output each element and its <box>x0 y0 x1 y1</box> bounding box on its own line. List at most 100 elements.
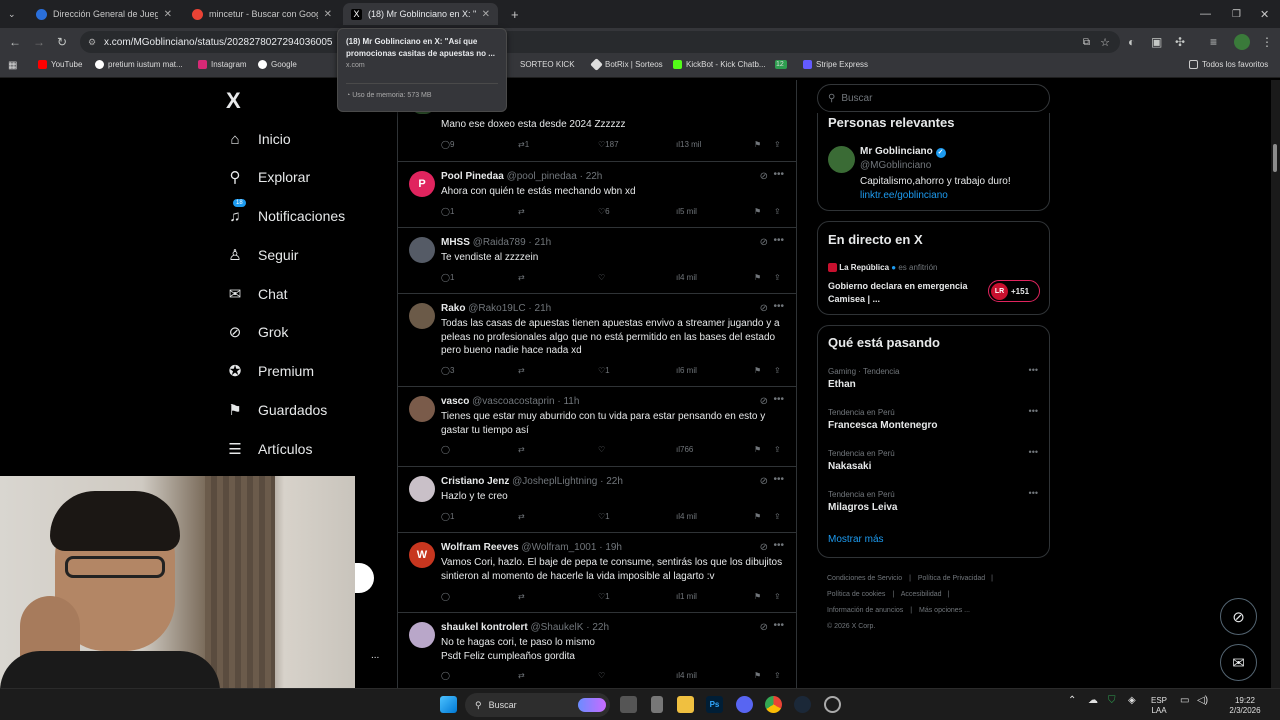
tweet-row[interactable]: vasco @vascoacostaprin · 11h ⊘ ••• Tienes… <box>398 387 796 467</box>
more-icon[interactable]: ••• <box>773 620 784 631</box>
views-action[interactable]: ıl 4 mil <box>676 512 697 521</box>
page-scrollbar[interactable] <box>1271 80 1280 688</box>
file-explorer-icon[interactable] <box>677 696 694 713</box>
views-action[interactable]: ıl 13 mil <box>676 140 701 149</box>
views-action[interactable]: ıl 766 <box>676 445 693 454</box>
share-icon[interactable]: ⇪ <box>774 512 781 521</box>
reload-icon[interactable]: ↻ <box>57 34 67 50</box>
close-icon[interactable]: ✕ <box>324 9 332 20</box>
profile-name[interactable]: Mr Goblinciano ✓ <box>860 146 946 158</box>
bookmark-icon[interactable]: ⚑ <box>754 592 761 601</box>
nav-item-notificaciones[interactable]: ♫ 18 Notificaciones <box>226 198 345 228</box>
bookmark-google[interactable]: Google <box>258 60 297 69</box>
x-logo[interactable]: X <box>226 88 241 114</box>
reply-action[interactable]: ◯ 1 <box>441 273 454 282</box>
reply-action[interactable]: ◯ 3 <box>441 366 454 375</box>
restore-icon[interactable]: ❐ <box>1224 3 1249 25</box>
network-icon[interactable]: ▭ <box>1180 696 1189 706</box>
tweet-time[interactable]: 21h <box>535 237 552 248</box>
like-action[interactable]: ♡ 1 <box>598 366 610 375</box>
views-action[interactable]: ıl 1 mil <box>676 592 697 601</box>
retweet-action[interactable]: ⇄ <box>518 207 525 216</box>
account-more-icon[interactable]: ... <box>371 650 379 661</box>
nav-item-premium[interactable]: ✪ Premium <box>226 359 314 383</box>
share-icon[interactable]: ⇪ <box>774 207 781 216</box>
avatar[interactable] <box>409 303 435 329</box>
author-handle[interactable]: @Raida789 <box>473 237 526 248</box>
tray-app-icon[interactable]: ◈ <box>1128 696 1136 706</box>
bookmark-sorteo-kick[interactable]: SORTEO KICK <box>520 60 575 69</box>
more-icon[interactable]: ••• <box>1029 447 1038 457</box>
volume-icon[interactable]: ◁) <box>1197 696 1208 706</box>
bookmark-youtube[interactable]: YouTube <box>38 60 82 69</box>
post-button-partial[interactable] <box>355 563 374 593</box>
clock[interactable]: 19:22 2/3/2026 <box>1225 696 1265 716</box>
close-icon[interactable]: ✕ <box>482 9 490 20</box>
windows-start-icon[interactable] <box>440 696 457 713</box>
author-handle[interactable]: @JosheplLightning <box>512 476 597 487</box>
like-action[interactable]: ♡ <box>598 273 605 282</box>
language-indicator[interactable]: ESP LAA <box>1151 696 1167 716</box>
media-icon[interactable]: ≡ <box>1210 34 1217 50</box>
retweet-action[interactable]: ⇄ <box>518 592 525 601</box>
reply-action[interactable]: ◯ 1 <box>441 207 454 216</box>
minimize-icon[interactable]: — <box>1192 3 1219 25</box>
messages-fab-button[interactable]: ✉ <box>1220 644 1257 681</box>
puzzle-icon[interactable]: ✣ <box>1175 34 1185 50</box>
grok-icon[interactable]: ⊘ <box>760 542 768 553</box>
more-icon[interactable]: ••• <box>773 169 784 180</box>
footer-link[interactable]: Política de cookies <box>827 591 885 598</box>
bookmark-12[interactable]: 12 <box>775 60 787 69</box>
tab-search-menu[interactable]: ⌄ <box>0 3 26 25</box>
profile-handle[interactable]: @MGoblinciano <box>860 160 931 171</box>
share-icon[interactable]: ⇪ <box>774 445 781 454</box>
reply-action[interactable]: ◯ 9 <box>441 140 454 149</box>
author-name[interactable]: Cristiano Jenz <box>441 476 509 487</box>
more-icon[interactable]: ••• <box>773 474 784 485</box>
forward-icon[interactable]: → <box>33 34 45 50</box>
author-handle[interactable]: @ShaukelK <box>530 622 583 633</box>
scrollbar-thumb[interactable] <box>1273 144 1277 172</box>
window-close-icon[interactable]: ✕ <box>1252 3 1277 25</box>
retweet-action[interactable]: ⇄ 1 <box>518 140 529 149</box>
reply-action[interactable]: ◯ 1 <box>441 512 454 521</box>
more-icon[interactable]: ••• <box>773 301 784 312</box>
footer-link[interactable]: Información de anuncios <box>827 607 903 614</box>
tweet-time[interactable]: 22h <box>606 476 623 487</box>
grok-icon[interactable]: ⊘ <box>760 171 768 182</box>
retweet-action[interactable]: ⇄ <box>518 366 525 375</box>
trend-item[interactable]: Tendencia en Perú Francesca Montenegro ••• <box>828 406 1040 431</box>
footer-link[interactable]: Condiciones de Servicio <box>827 575 902 582</box>
author-name[interactable]: Wolfram Reeves <box>441 542 519 553</box>
bookmark-icon[interactable]: ⚑ <box>754 366 761 375</box>
more-icon[interactable]: ••• <box>1029 488 1038 498</box>
discord-icon[interactable] <box>736 696 753 713</box>
avatar[interactable] <box>409 476 435 502</box>
more-icon[interactable]: ••• <box>1029 365 1038 375</box>
footer-link[interactable]: Más opciones ... <box>919 607 970 614</box>
like-action[interactable]: ♡ <box>598 445 605 454</box>
reply-action[interactable]: ◯ <box>441 592 450 601</box>
address-bar[interactable]: ⚙ x.com/MGoblinciano/status/202827802729… <box>80 31 1120 53</box>
tray-security-icon[interactable]: ⛉ <box>1108 696 1116 706</box>
tweet-row[interactable]: MHSS @Raida789 · 21h ⊘ ••• Te vendiste al… <box>398 228 796 294</box>
author-name[interactable]: Pool Pinedaa <box>441 171 504 182</box>
views-action[interactable]: ıl 6 mil <box>676 366 697 375</box>
more-icon[interactable]: ••• <box>773 540 784 551</box>
tweet-row[interactable]: W Wolfram Reeves @Wolfram_1001 · 19h ⊘ ••… <box>398 533 796 613</box>
profile-link[interactable]: linktr.ee/goblinciano <box>860 190 948 201</box>
tab-2[interactable]: mincetur - Buscar con Google ✕ <box>184 3 340 25</box>
chrome-icon[interactable] <box>765 696 782 713</box>
author-name[interactable]: MHSS <box>441 237 470 248</box>
app-icon[interactable] <box>651 696 663 713</box>
task-view-icon[interactable] <box>620 696 637 713</box>
avatar[interactable] <box>409 237 435 263</box>
tab-1[interactable]: Dirección General de Juegos de ✕ <box>28 3 180 25</box>
tweet-row[interactable]: Cristiano Jenz @JosheplLightning · 22h ⊘… <box>398 467 796 533</box>
avatar[interactable] <box>409 396 435 422</box>
bookmark-icon[interactable]: ⚑ <box>754 140 761 149</box>
grok-icon[interactable]: ⊘ <box>760 622 768 633</box>
retweet-action[interactable]: ⇄ <box>518 512 525 521</box>
tweet-row[interactable]: Rako @Rako19LC · 21h ⊘ ••• Todas las casa… <box>398 294 796 387</box>
like-action[interactable]: ♡ 1 <box>598 592 610 601</box>
